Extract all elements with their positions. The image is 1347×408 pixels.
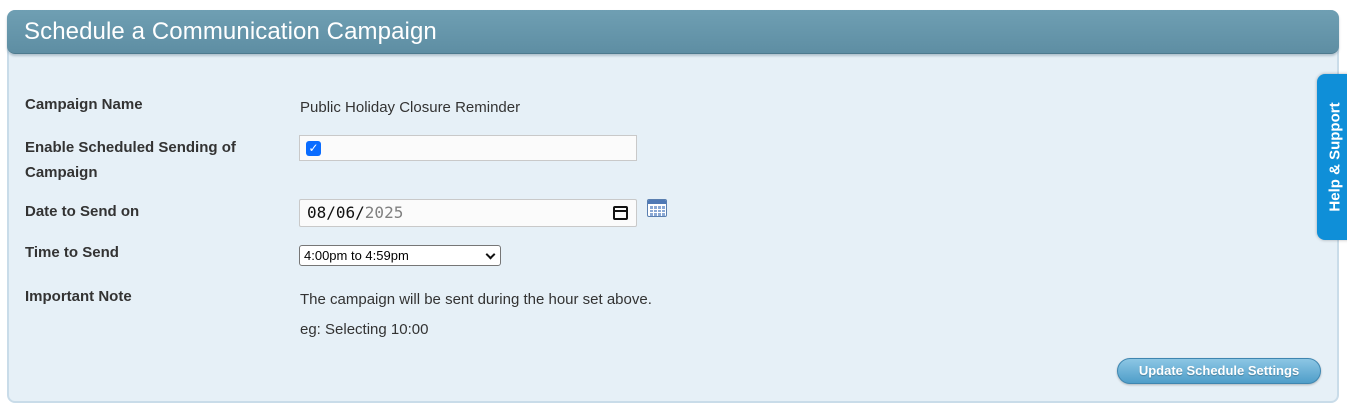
enable-scheduled-label: Enable Scheduled Sending of Campaign (25, 135, 236, 185)
calendar-grid-icon-grid (650, 206, 665, 216)
important-note-label: Important Note (25, 288, 132, 305)
time-select[interactable]: 4:00pm to 4:59pm (299, 245, 501, 266)
important-note-line1: The campaign will be sent during the hou… (300, 291, 652, 308)
time-label: Time to Send (25, 244, 119, 261)
page-title: Schedule a Communication Campaign (24, 18, 437, 45)
schedule-panel: Schedule a Communication Campaign (7, 10, 1339, 403)
enable-scheduled-label-line1: Enable Scheduled Sending of (25, 139, 236, 156)
update-schedule-button[interactable]: Update Schedule Settings (1117, 358, 1321, 384)
calendar-icon[interactable] (613, 206, 628, 220)
enable-scheduled-label-line2: Campaign (25, 164, 98, 181)
calendar-grid-icon[interactable] (647, 199, 667, 217)
enable-scheduled-field: ✓ (299, 135, 637, 161)
date-input[interactable]: 08/06/2025 (299, 199, 637, 227)
enable-scheduled-checkbox[interactable]: ✓ (306, 141, 321, 156)
campaign-name-value: Public Holiday Closure Reminder (300, 99, 521, 116)
checkmark-icon: ✓ (308, 141, 319, 155)
help-support-label: Help & Support (1326, 102, 1343, 212)
calendar-grid-icon-top (648, 200, 666, 204)
panel-header: Schedule a Communication Campaign (7, 10, 1339, 54)
date-label: Date to Send on (25, 203, 140, 220)
help-support-tab[interactable]: Help & Support (1317, 74, 1347, 240)
important-note-line2: eg: Selecting 10:00 (300, 321, 429, 338)
campaign-name-label: Campaign Name (25, 96, 143, 113)
date-month-day: 08/06/ (307, 203, 365, 222)
chevron-down-icon (485, 249, 496, 260)
time-select-value: 4:00pm to 4:59pm (304, 248, 409, 263)
date-year: 2025 (364, 203, 404, 222)
